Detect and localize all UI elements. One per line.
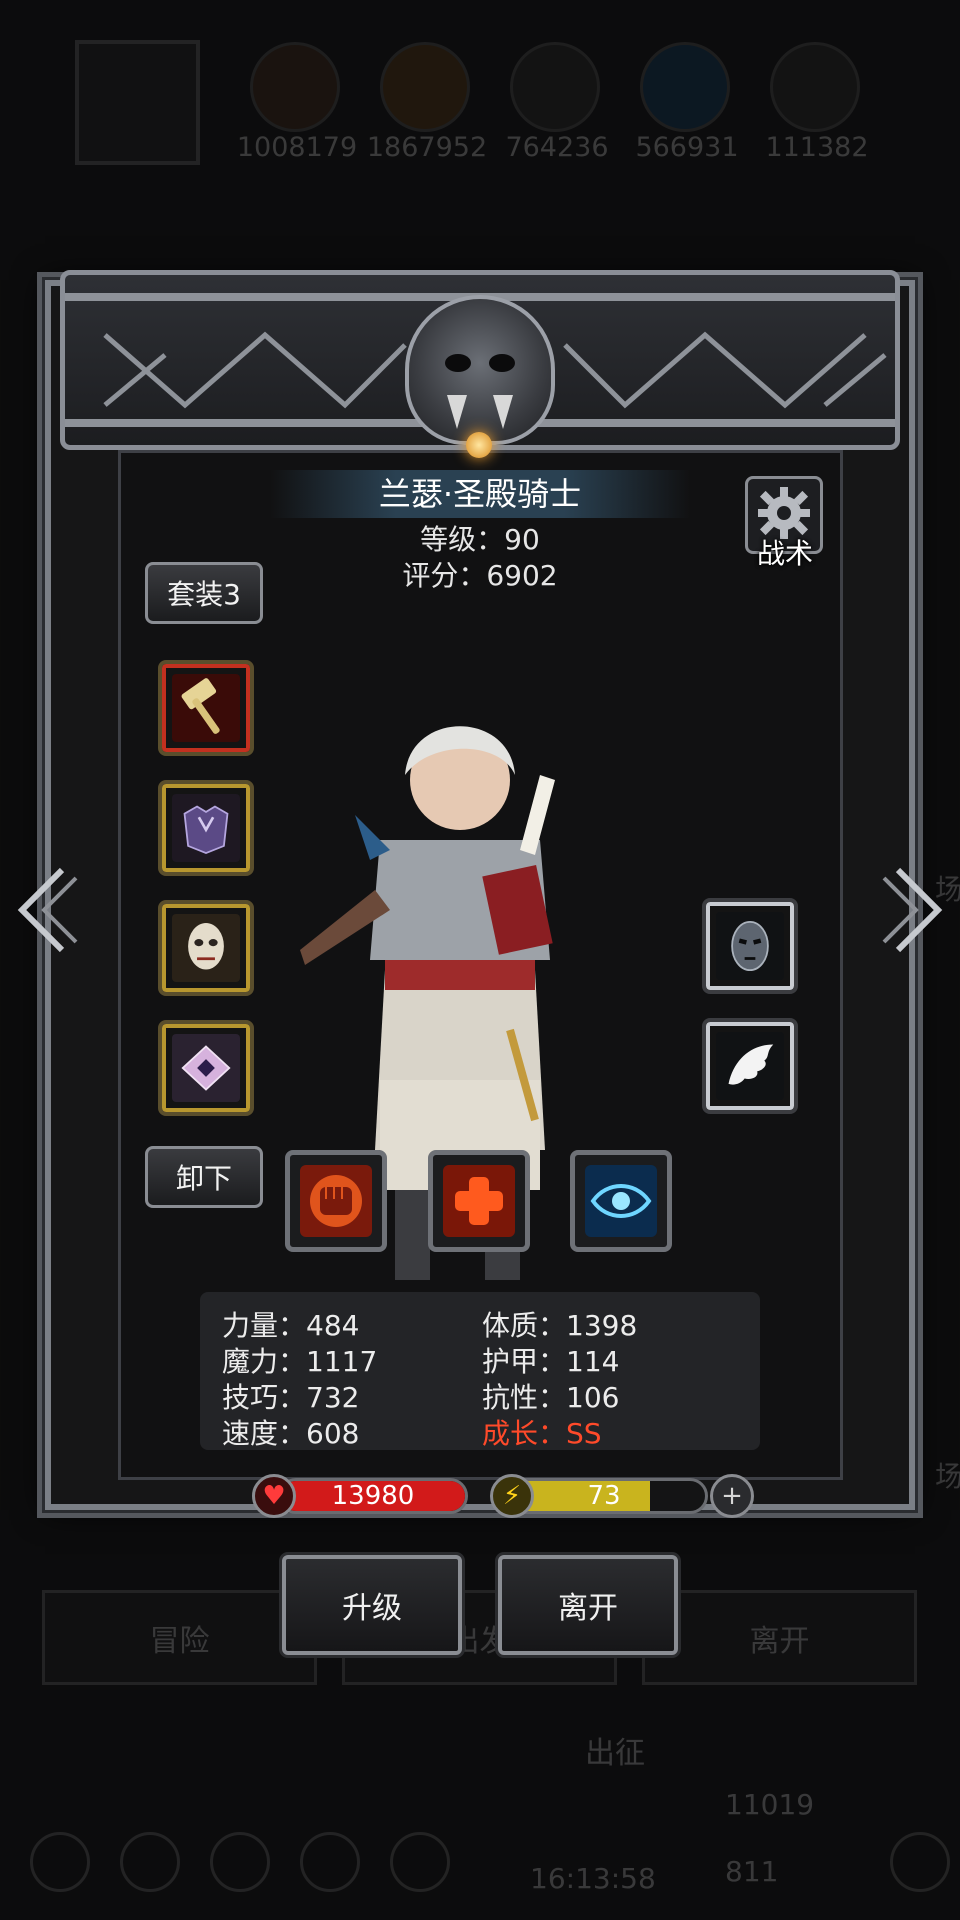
nav-dot-1 [30,1832,90,1892]
crest-gem [466,432,492,458]
leave-button[interactable]: 离开 [498,1555,678,1655]
side-label-2: 场 [935,1460,960,1493]
stat-armor: 护甲：114 [482,1345,620,1378]
resource-orb-4 [640,42,730,132]
hp-value: 13980 [331,1481,415,1511]
wing-icon [716,1032,784,1100]
resource-orb-3 [510,42,600,132]
bg-leave-button: 离开 [642,1590,917,1685]
skull-ornament [405,295,555,445]
hammer-icon [172,674,240,742]
iron-mask-icon [716,912,784,980]
armor-icon [172,794,240,862]
stats-panel: 力量：484 魔力：1117 技巧：732 速度：608 体质：1398 护甲：… [200,1292,760,1450]
hero-name: 兰瑟·圣殿骑士 [270,470,690,518]
stat-growth: 成长：SS [482,1417,602,1450]
previous-arrow-icon[interactable] [12,860,82,960]
nav-dot-4 [300,1832,360,1892]
resource-orb-5 [770,42,860,132]
next-arrow-icon[interactable] [878,860,948,960]
skill-slot-2[interactable] [428,1150,530,1252]
resource-value-2: 1867952 [366,132,488,163]
stat-skill: 技巧：732 [222,1381,360,1414]
resource-orb-1 [250,42,340,132]
heal-cross-icon [443,1165,515,1237]
adventure-button: 冒险 [42,1590,317,1685]
stat-constitution: 体质：1398 [482,1309,638,1342]
add-energy-button[interactable]: + [710,1474,754,1518]
skill-slot-3[interactable] [570,1150,672,1252]
count-1: 11019 [725,1788,815,1821]
heart-icon: ♥ [252,1474,296,1518]
nav-dot-3 [210,1832,270,1892]
hp-bar: 13980 [278,1478,468,1514]
timer-text: 16:13:58 [530,1862,656,1895]
stat-strength: 力量：484 [222,1309,360,1342]
fist-icon [300,1165,372,1237]
nav-dot-2 [120,1832,180,1892]
weapon-slot[interactable] [158,660,254,756]
face-slot[interactable] [702,898,798,994]
skill-slot-1[interactable] [285,1150,387,1252]
resource-value-1: 1008179 [236,132,358,163]
wing-slot[interactable] [702,1018,798,1114]
helmet-slot[interactable] [158,900,254,996]
stat-resistance: 抗性：106 [482,1381,620,1414]
tactics-label[interactable]: 战术 [730,532,840,572]
player-portrait [75,40,200,165]
nav-dot-6 [890,1832,950,1892]
rune-tile-icon [172,1034,240,1102]
resource-value-4: 566931 [635,132,739,163]
eye-icon [585,1165,657,1237]
set-button[interactable]: 套装3 [145,562,263,624]
resource-value-5: 111382 [765,132,869,163]
resource-value-3: 764236 [505,132,609,163]
resource-orb-2 [380,42,470,132]
stat-magic: 魔力：1117 [222,1345,378,1378]
accessory-slot[interactable] [158,1020,254,1116]
hero-score: 评分：6902 [402,559,558,592]
stat-speed: 速度：608 [222,1417,360,1450]
lightning-icon: ⚡ [490,1474,534,1518]
nav-dot-5 [390,1832,450,1892]
expedition-label: 出征 [585,1736,645,1771]
hero-level: 等级：90 [420,523,540,556]
upgrade-button[interactable]: 升级 [282,1555,462,1655]
mask-icon [172,914,240,982]
count-2: 811 [725,1855,779,1888]
armor-slot[interactable] [158,780,254,876]
unequip-button[interactable]: 卸下 [145,1146,263,1208]
